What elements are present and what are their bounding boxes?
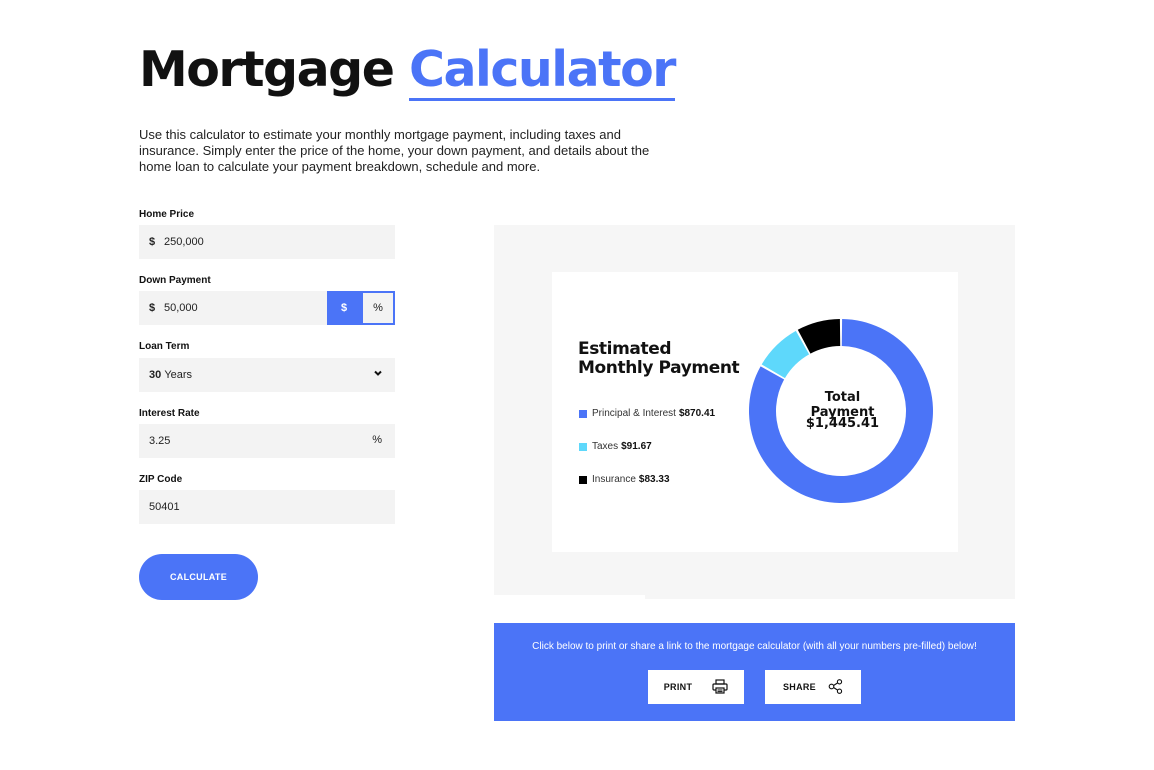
legend-label: Insurance [592, 474, 636, 485]
zip-label: ZIP Code [139, 474, 183, 485]
loan-term-unit: Years [164, 369, 193, 381]
interest-rate-label: Interest Rate [139, 408, 200, 419]
legend-value: $91.67 [621, 441, 652, 452]
page-title: Mortgage Calculator [139, 38, 676, 102]
legend-label: Principal & Interest [592, 408, 676, 419]
share-button[interactable]: SHARE [765, 670, 861, 704]
legend-swatch [579, 409, 587, 418]
share-bar: Click below to print or share a link to … [494, 623, 1015, 721]
home-price-value: 250,000 [164, 236, 204, 248]
intro-text: Use this calculator to estimate your mon… [139, 127, 650, 174]
title-accent: Calculator [409, 41, 676, 101]
interest-rate-value: 3.25 [149, 435, 171, 447]
results-card: Estimated Monthly Payment Principal & In… [552, 272, 958, 552]
dollar-prefix: $ [149, 236, 156, 248]
home-price-input[interactable]: $ 250,000 [139, 225, 395, 259]
results-title: Estimated Monthly Payment [578, 339, 740, 378]
legend-label: Taxes [592, 441, 619, 452]
dollar-prefix: $ [149, 302, 156, 314]
title-main: Mortgage [139, 41, 395, 98]
panel-divider [494, 595, 645, 599]
total-payment-value: $1,445.41 [805, 416, 880, 431]
down-payment-label: Down Payment [139, 275, 211, 286]
print-label: PRINT [663, 682, 693, 692]
share-instructions: Click below to print or share a link to … [532, 641, 977, 652]
printer-icon [712, 678, 728, 696]
share-label: SHARE [782, 682, 816, 692]
legend-value: $870.41 [678, 408, 716, 419]
down-payment-dollar-toggle[interactable]: $ [327, 291, 361, 325]
print-button[interactable]: PRINT [648, 670, 744, 704]
legend-value: $83.33 [638, 474, 670, 485]
share-icon [828, 678, 843, 696]
percent-suffix: % [372, 434, 382, 446]
down-payment-percent-toggle[interactable]: % [361, 291, 395, 325]
down-payment-value: 50,000 [164, 302, 198, 314]
zip-value: 50401 [149, 501, 180, 513]
zip-input[interactable]: 50401 [139, 490, 395, 524]
home-price-label: Home Price [139, 209, 195, 220]
legend-item-taxes: Taxes $91.67 [579, 441, 652, 452]
chevron-down-icon [373, 367, 383, 381]
interest-rate-input[interactable]: 3.25 % [139, 424, 395, 458]
legend-swatch [579, 475, 587, 484]
down-payment-input[interactable]: $ 50,000 [139, 291, 327, 325]
loan-term-label: Loan Term [139, 341, 190, 352]
calculate-button[interactable]: CALCULATE [139, 554, 258, 600]
legend-swatch [579, 442, 587, 451]
legend-item-insurance: Insurance $83.33 [579, 474, 670, 485]
loan-term-select[interactable]: 30 Years [139, 358, 395, 392]
loan-term-years: 30 [149, 369, 162, 381]
legend-item-principal: Principal & Interest $870.41 [579, 408, 715, 419]
